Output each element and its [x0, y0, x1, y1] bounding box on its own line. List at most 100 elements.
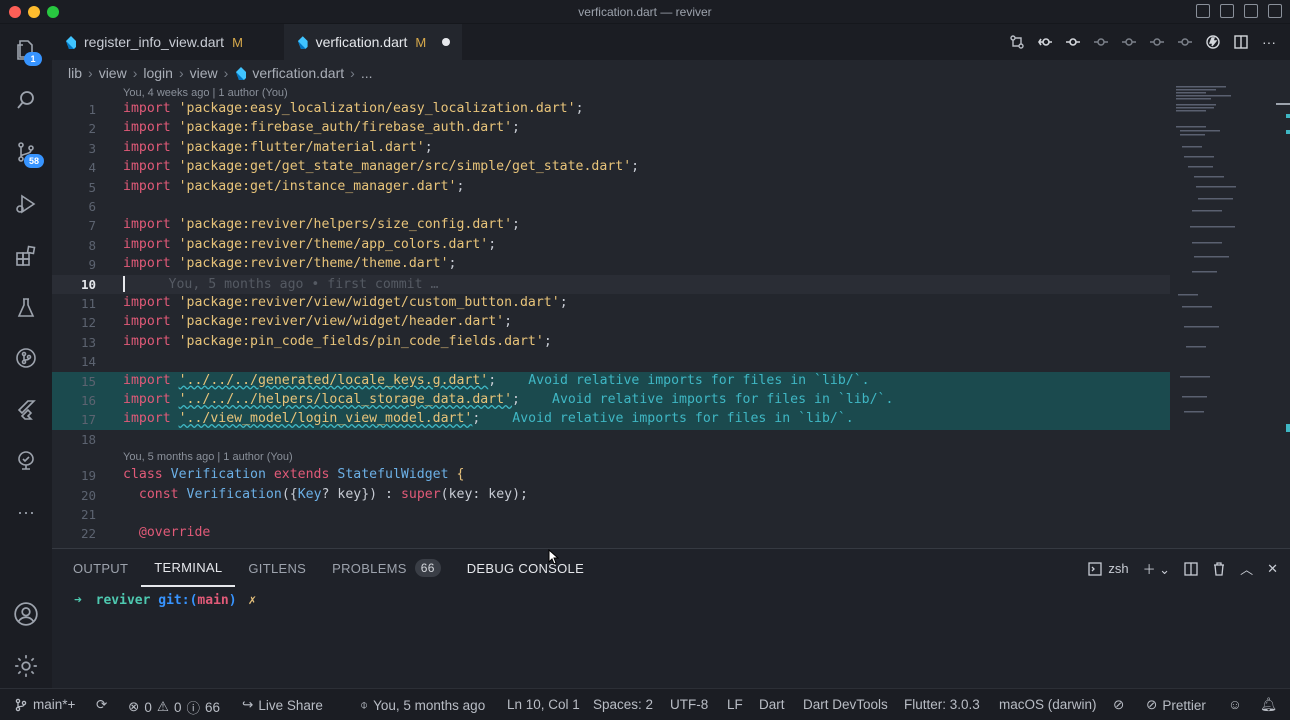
- manage-gear-icon[interactable]: [10, 650, 42, 682]
- code-line[interactable]: import 'package:reviver/view/widget/head…: [123, 314, 512, 329]
- toggle-blame-icon[interactable]: [1206, 35, 1220, 49]
- sync-icon[interactable]: ⟳: [96, 697, 107, 713]
- trash-icon[interactable]: [1212, 561, 1226, 576]
- commit-icon: ⌽: [360, 697, 369, 712]
- commit-history-icon[interactable]: [1150, 35, 1164, 49]
- code-line[interactable]: import 'package:get/get_state_manager/sr…: [123, 159, 639, 174]
- punctuation: ;: [631, 159, 640, 175]
- code-line[interactable]: import 'package:pin_code_fields/pin_code…: [123, 334, 552, 349]
- tab-output[interactable]: OUTPUT: [52, 549, 141, 587]
- accounts-icon[interactable]: [10, 598, 42, 630]
- branch-status[interactable]: main*+: [14, 697, 75, 712]
- git-graph-icon[interactable]: [10, 342, 42, 374]
- encoding[interactable]: UTF-8: [670, 697, 708, 712]
- problems-label: PROBLEMS: [332, 560, 407, 576]
- close-panel-icon[interactable]: ✕: [1267, 561, 1278, 577]
- class-name: Verification: [170, 467, 266, 483]
- more-actions-icon[interactable]: ···: [1262, 34, 1276, 50]
- commit-icon[interactable]: [1066, 35, 1080, 49]
- breadcrumb-view[interactable]: view: [99, 65, 127, 81]
- toggle-sidebar-icon[interactable]: [1196, 4, 1210, 18]
- previous-commit-icon[interactable]: [1038, 35, 1052, 49]
- class-name: StatefulWidget: [337, 467, 449, 483]
- toggle-secondary-sidebar-icon[interactable]: [1244, 4, 1258, 18]
- editor-scrollbar[interactable]: [1276, 86, 1290, 546]
- modified-indicator: M: [232, 34, 243, 50]
- new-terminal-icon[interactable]: ＋ ⌄: [1143, 559, 1171, 578]
- blame-status[interactable]: ⌽ You, 5 months ago: [360, 697, 485, 713]
- code-line[interactable]: import 'package:flutter/material.dart';: [123, 140, 433, 155]
- punctuation: ;: [512, 392, 520, 407]
- minimap[interactable]: [1172, 86, 1272, 546]
- open-changes-icon[interactable]: [1010, 35, 1024, 49]
- cursor-position[interactable]: Ln 10, Col 1: [507, 697, 580, 712]
- code-line[interactable]: const Verification({Key? key}) : super(k…: [123, 487, 528, 502]
- notifications-off-icon[interactable]: ⊘: [1113, 697, 1124, 713]
- code-line[interactable]: import 'package:reviver/theme/theme.dart…: [123, 256, 456, 271]
- customize-layout-icon[interactable]: [1268, 4, 1282, 18]
- breadcrumb-view-2[interactable]: view: [190, 65, 218, 81]
- tab-gitlens[interactable]: GITLENS: [235, 549, 319, 587]
- device-selector[interactable]: macOS (darwin): [999, 697, 1097, 712]
- breadcrumb-file[interactable]: verfication.dart: [252, 65, 344, 81]
- breadcrumb-symbol[interactable]: ...: [361, 65, 373, 81]
- terminal-selector[interactable]: zsh: [1088, 561, 1129, 576]
- codelens-blame[interactable]: You, 4 weeks ago | 1 author (You): [123, 87, 288, 99]
- prompt-dirty: ✗: [248, 593, 257, 608]
- flutter-icon[interactable]: [10, 394, 42, 426]
- feedback-icon[interactable]: ☺: [1228, 697, 1242, 712]
- toggle-panel-icon[interactable]: [1220, 4, 1234, 18]
- search-icon[interactable]: [10, 84, 42, 116]
- indentation[interactable]: Spaces: 2: [593, 697, 653, 712]
- live-share-status[interactable]: ↪ Live Share: [242, 697, 323, 713]
- extensions-icon[interactable]: [10, 240, 42, 272]
- prettier-status[interactable]: ⊘ Prettier: [1146, 697, 1206, 713]
- problems-status[interactable]: ⊗ 0 ⚠ 0 ⓘ 66: [128, 697, 220, 717]
- code-line[interactable]: import '../../../helpers/local_storage_d…: [123, 392, 893, 407]
- punctuation: ;: [575, 101, 584, 116]
- line-history-icon[interactable]: [1178, 35, 1192, 49]
- next-commit-icon[interactable]: [1094, 35, 1108, 49]
- unsaved-dot-icon[interactable]: [442, 38, 450, 46]
- terminal-output[interactable]: ➜ reviver git:(main) ✗: [74, 593, 256, 608]
- dart-devtools[interactable]: Dart DevTools: [803, 697, 888, 712]
- code-line[interactable]: You, 5 months ago • first commit …: [123, 275, 438, 292]
- tab-verfication[interactable]: verfication.dart M: [284, 24, 462, 60]
- language-mode[interactable]: Dart: [759, 697, 785, 712]
- code-line[interactable]: import 'package:easy_localization/easy_l…: [123, 101, 584, 116]
- end-of-line[interactable]: LF: [727, 697, 743, 712]
- code-line[interactable]: import 'package:reviver/theme/app_colors…: [123, 237, 496, 252]
- testing-icon[interactable]: [10, 292, 42, 324]
- codelens-blame[interactable]: You, 5 months ago | 1 author (You): [123, 451, 293, 463]
- flutter-version[interactable]: Flutter: 3.0.3: [904, 697, 980, 712]
- tab-debug-console[interactable]: DEBUG CONSOLE: [454, 549, 597, 587]
- string-literal: 'package:reviver/theme/app_colors.dart': [178, 236, 489, 252]
- code-line[interactable]: import '../view_model/login_view_model.d…: [123, 411, 854, 426]
- tab-register-info-view[interactable]: register_info_view.dart M: [52, 24, 255, 60]
- split-terminal-icon[interactable]: [1184, 561, 1198, 576]
- punctuation: {: [448, 467, 465, 483]
- keyword: import: [123, 120, 179, 136]
- line-number: 11: [80, 296, 96, 311]
- split-editor-icon[interactable]: [1234, 35, 1248, 49]
- maximize-panel-icon[interactable]: ︿: [1240, 559, 1253, 578]
- compare-commit-icon[interactable]: [1122, 35, 1136, 49]
- string-literal: 'package:get/instance_manager.dart': [178, 178, 457, 194]
- run-debug-icon[interactable]: [10, 188, 42, 220]
- code-line[interactable]: @override: [123, 525, 210, 540]
- tab-terminal[interactable]: TERMINAL: [141, 549, 236, 587]
- code-line[interactable]: import 'package:firebase_auth/firebase_a…: [123, 120, 520, 135]
- bell-icon[interactable]: 🔔︎: [1260, 697, 1277, 713]
- code-line[interactable]: class Verification extends StatefulWidge…: [123, 467, 464, 482]
- code-line[interactable]: import 'package:reviver/helpers/size_con…: [123, 217, 520, 232]
- remote-explorer-icon[interactable]: [10, 444, 42, 476]
- code-editor[interactable]: You, 4 weeks ago | 1 author (You) 1 impor…: [52, 86, 1290, 548]
- code-line[interactable]: import '../../../generated/locale_keys.g…: [123, 373, 870, 388]
- tab-problems[interactable]: PROBLEMS 66: [319, 549, 454, 587]
- breadcrumb-login[interactable]: login: [143, 65, 173, 81]
- code-line[interactable]: import 'package:reviver/view/widget/cust…: [123, 295, 568, 310]
- code-line[interactable]: import 'package:get/instance_manager.dar…: [123, 179, 464, 194]
- breadcrumb-lib[interactable]: lib: [68, 65, 82, 81]
- line-number: 6: [88, 199, 96, 214]
- more-icon[interactable]: ···: [10, 496, 42, 528]
